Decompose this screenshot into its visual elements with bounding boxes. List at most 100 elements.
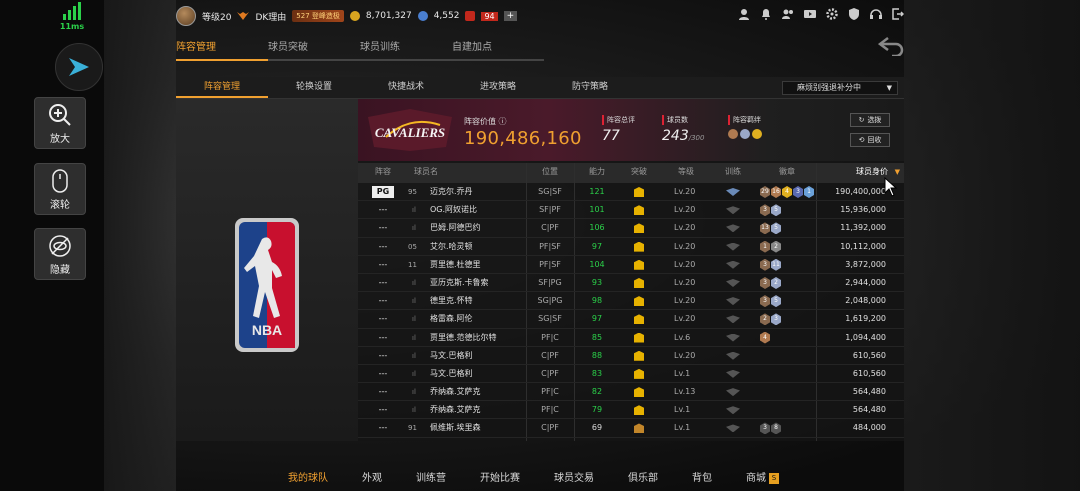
player-position: SG|SF — [538, 314, 562, 324]
video-icon[interactable] — [804, 8, 816, 20]
player-name[interactable]: 乔纳森.艾萨克 — [430, 383, 481, 401]
badge-list: 38 — [760, 422, 781, 435]
lineup-slot[interactable]: --- — [368, 201, 398, 219]
table-row[interactable]: --- ıl 格雷森.阿伦 SG|SF 97 Lv.20 2 3 1,619,200 — [358, 310, 904, 329]
breakthrough-icon — [634, 332, 644, 343]
friends-icon[interactable] — [782, 8, 794, 20]
lineup-slot[interactable]: --- — [368, 310, 398, 328]
lineup-slot[interactable]: --- — [368, 238, 398, 256]
table-row[interactable]: --- ıl 亚历克斯.卡鲁索 SF|PG 93 Lv.20 3 2 2,944,000 — [358, 274, 904, 293]
lineup-slot[interactable]: --- — [368, 256, 398, 274]
refresh-icon: ↻ — [858, 116, 865, 124]
table-row[interactable]: --- ıl 德里克.怀特 SG|PG 98 Lv.20 3 5 2,048,000 — [358, 292, 904, 311]
nav-start-game[interactable]: 开始比赛 — [480, 469, 520, 484]
table-row[interactable]: --- 05 艾尔.哈灵顿 PF|SF 97 Lv.20 1 2 10,112,000 — [358, 238, 904, 256]
table-row[interactable]: --- ıl 贾里德.范德比尔特 PF|C 85 Lv.6 4 1,094,400 — [358, 329, 904, 347]
player-ability: 83 — [591, 368, 603, 378]
subtab-offense[interactable]: 进攻策略 — [452, 77, 544, 98]
help-icon[interactable]: ⓘ — [499, 117, 507, 126]
col-level[interactable]: 等级 — [674, 163, 698, 181]
player-name[interactable]: 马文.巴格利 — [430, 347, 473, 365]
col-badges[interactable]: 徽章 — [776, 163, 798, 181]
player-value: 2,048,000 — [845, 296, 886, 306]
add-currency-button[interactable]: + — [503, 11, 518, 21]
training-icon — [726, 188, 740, 196]
lineup-slot[interactable]: --- — [368, 329, 398, 347]
back-arrow-icon[interactable] — [878, 36, 904, 56]
subtab-lineup[interactable]: 阵容管理 — [176, 77, 268, 98]
lineup-dropdown[interactable]: 麻烦别强退补分中 ▼ — [782, 81, 898, 95]
table-row[interactable]: --- 91 佩维斯.埃里森 C|PF 69 Lv.1 3 8 484,000 — [358, 419, 904, 438]
lineup-slot[interactable]: --- — [368, 383, 398, 401]
col-lineup[interactable]: 阵容 — [368, 163, 398, 181]
signal-icon: ıl — [412, 351, 416, 360]
col-position[interactable]: 位置 — [530, 163, 570, 181]
tab-lineup[interactable]: 阵容管理 — [176, 38, 268, 61]
player-name[interactable]: OG.阿奴诺比 — [430, 201, 477, 219]
play-button[interactable] — [55, 43, 103, 91]
shield-icon[interactable] — [848, 8, 860, 20]
player-name[interactable]: 迈克尔.乔丹 — [430, 183, 473, 201]
table-row[interactable]: PG 95 迈克尔.乔丹 SG|SF 121 Lv.20 29 16 4 3 1 190,400,00… — [358, 183, 904, 202]
nav-appearance[interactable]: 外观 — [362, 469, 382, 484]
nav-training-camp[interactable]: 训练营 — [416, 469, 446, 484]
lineup-slot[interactable]: --- — [368, 219, 398, 237]
player-position: SF|PG — [538, 277, 562, 287]
tab-breakthrough[interactable]: 球员突破 — [268, 38, 360, 61]
hide-button[interactable]: 隐藏 — [34, 228, 86, 280]
player-name[interactable]: 马文.巴格利 — [430, 365, 473, 383]
player-name[interactable]: 亚历克斯.卡鲁索 — [430, 274, 489, 292]
lineup-slot[interactable]: --- — [368, 419, 398, 437]
nav-trade[interactable]: 球员交易 — [554, 469, 594, 484]
table-row[interactable]: --- ıl 乔纳森.艾萨克 PF|C 82 Lv.13 564,480 — [358, 383, 904, 402]
player-name[interactable]: 贾里德.杜德里 — [430, 256, 481, 274]
lineup-slot[interactable]: --- — [368, 401, 398, 419]
table-row[interactable]: --- ıl 马文.巴格利 C|PF 83 Lv.1 610,560 — [358, 365, 904, 384]
col-training[interactable]: 训练 — [722, 163, 744, 181]
avatar[interactable] — [176, 6, 196, 26]
table-row[interactable]: --- ıl 马文.巴格利 C|PF 88 Lv.20 610,560 — [358, 347, 904, 365]
player-name[interactable]: 德里克.怀特 — [430, 292, 473, 310]
player-value: 11,392,000 — [840, 223, 886, 233]
table-row[interactable]: --- ıl OG.阿奴诺比 SF|PF 101 Lv.20 3 5 15,936,000 — [358, 201, 904, 220]
badge-list: 35 — [760, 295, 781, 308]
profile-icon[interactable] — [738, 8, 750, 20]
lineup-slot[interactable]: PG — [372, 186, 394, 198]
nav-my-team[interactable]: 我的球队 — [288, 469, 328, 484]
gear-icon[interactable] — [826, 8, 838, 20]
player-name[interactable]: 贾里德.范德比尔特 — [430, 329, 497, 347]
nav-shop[interactable]: 商城 S — [746, 469, 779, 484]
play-arrow-icon — [69, 58, 89, 76]
select-button[interactable]: ↻ 选拨 — [850, 113, 890, 127]
subtab-quick-tactics[interactable]: 快捷战术 — [360, 77, 452, 98]
player-count-label: 球员数 — [662, 115, 704, 125]
recycle-button[interactable]: ⟲ 回收 — [850, 133, 890, 147]
table-row[interactable]: --- ıl 巴姆.阿德巴约 C|PF 106 Lv.20 13 5 11,392,000 — [358, 219, 904, 238]
player-name[interactable]: 艾尔.哈灵顿 — [430, 238, 473, 256]
col-breakthrough[interactable]: 突破 — [628, 163, 650, 181]
subtab-rotation[interactable]: 轮换设置 — [268, 77, 360, 98]
lineup-slot[interactable]: --- — [368, 274, 398, 292]
player-name[interactable]: 巴姆.阿德巴约 — [430, 219, 481, 237]
col-name[interactable]: 球员名 — [414, 163, 438, 181]
col-ability[interactable]: 能力 — [586, 163, 608, 181]
nav-backpack[interactable]: 背包 — [692, 469, 712, 484]
exit-icon[interactable] — [892, 8, 905, 20]
player-ability: 88 — [591, 350, 603, 360]
subtab-defense[interactable]: 防守策略 — [544, 77, 636, 98]
tab-custom-points[interactable]: 自建加点 — [452, 38, 544, 61]
table-row[interactable]: --- ıl 乔纳森.艾萨克 PF|C 79 Lv.1 564,480 — [358, 401, 904, 420]
table-row[interactable]: --- 11 贾里德.杜德里 PF|SF 104 Lv.20 3 11 3,872,000 — [358, 256, 904, 274]
headset-icon[interactable] — [870, 8, 882, 20]
tab-training[interactable]: 球员训练 — [360, 38, 452, 61]
player-name[interactable]: 佩维斯.埃里森 — [430, 419, 481, 437]
bell-icon[interactable] — [760, 8, 772, 20]
scroll-button[interactable]: 滚轮 — [34, 163, 86, 215]
player-name[interactable]: 乔纳森.艾萨克 — [430, 401, 481, 419]
lineup-slot[interactable]: --- — [368, 365, 398, 383]
player-name[interactable]: 格雷森.阿伦 — [430, 310, 473, 328]
nav-club[interactable]: 俱乐部 — [628, 469, 658, 484]
lineup-slot[interactable]: --- — [368, 347, 398, 365]
zoom-button[interactable]: 放大 — [34, 97, 86, 149]
lineup-slot[interactable]: --- — [368, 292, 398, 310]
